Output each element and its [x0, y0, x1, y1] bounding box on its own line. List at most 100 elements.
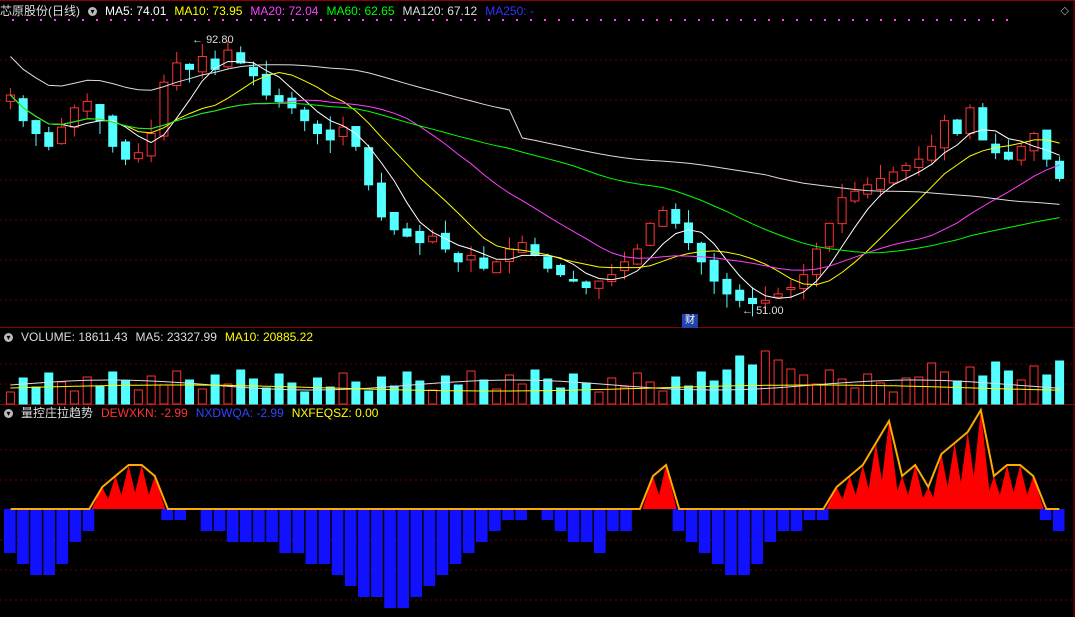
volume-bar — [607, 377, 617, 405]
candle-body — [811, 248, 821, 276]
candle-body — [1042, 129, 1052, 160]
stock-name[interactable]: 芯原股份(日线) — [0, 4, 80, 18]
volume-bar — [402, 371, 412, 405]
volume-ma10: MA10: 20885.22 — [224, 330, 313, 344]
volume-bar — [901, 377, 911, 405]
ma250-dot — [698, 19, 700, 21]
ma5-value: MA5: 74.01 — [105, 4, 167, 18]
candle-body — [492, 261, 502, 274]
indicator-neg-bar — [279, 509, 291, 553]
volume-bar — [709, 380, 719, 405]
volume-bar — [1055, 360, 1065, 405]
ma250-dot — [68, 19, 70, 21]
ma250-dot — [502, 19, 504, 21]
ma250-dot — [278, 19, 280, 21]
indicator-neg-bar — [423, 509, 436, 586]
volume-bar — [581, 382, 591, 405]
candle-body — [939, 120, 949, 149]
volume-bar — [57, 381, 67, 405]
candle-body — [927, 145, 937, 161]
indicator-neg-bar — [200, 509, 213, 531]
ma250-dot — [894, 19, 896, 21]
diamond-icon[interactable]: ◇ — [1061, 4, 1069, 17]
ma250-dot — [362, 19, 364, 21]
indicator-title[interactable]: 量控庄拉趋势 — [21, 406, 93, 420]
event-marker[interactable]: 财 — [682, 314, 698, 328]
volume-settings-icon[interactable]: ▾ — [4, 333, 13, 343]
ma250-dot — [474, 19, 476, 21]
volume-bar — [568, 373, 578, 405]
volume-ma5: MA5: 23327.99 — [135, 330, 217, 344]
indicator-neg-bar — [266, 509, 278, 542]
indicator-neg-bar — [56, 509, 69, 564]
candle-body — [249, 66, 259, 77]
volume-bar — [261, 387, 271, 405]
candle-body — [479, 257, 489, 269]
candle-body — [914, 158, 924, 168]
candle-body — [325, 129, 335, 141]
candle-body — [850, 190, 860, 202]
indicator-neg-bar — [476, 509, 488, 542]
indicator-neg-bar — [1039, 509, 1052, 520]
candle-body — [556, 264, 566, 276]
ma250-dot — [740, 19, 742, 21]
indicator-neg-bar — [318, 509, 331, 564]
candle-body — [607, 274, 617, 283]
indicator-neg-bar — [30, 509, 42, 575]
indicator-neg-bar — [17, 509, 29, 564]
volume-bar — [159, 384, 169, 405]
candle-body — [364, 147, 374, 186]
indicator-neg-bar — [384, 509, 396, 608]
volume-bar — [466, 370, 476, 405]
candle-body — [875, 177, 885, 190]
volume-bar — [722, 369, 732, 405]
ma250-dot — [838, 19, 840, 21]
candle-body — [748, 297, 758, 305]
settings-circle-icon[interactable]: ▾ — [88, 7, 97, 17]
volume-bar — [927, 362, 937, 405]
candle-body — [376, 182, 386, 218]
volume-bar — [1003, 370, 1013, 405]
indicator-neg-bar — [174, 509, 187, 520]
indicator-neg-bar — [607, 509, 619, 531]
candle-body — [786, 287, 796, 290]
candle-body — [645, 222, 655, 246]
ma250-dot — [264, 19, 266, 21]
ma250-dot — [306, 19, 308, 21]
indicator-nxfeqsz: NXFEQSZ: 0.00 — [291, 406, 379, 420]
candle-body — [978, 107, 988, 141]
candle-body — [888, 171, 898, 184]
ma250-value: MA250: - — [485, 4, 534, 18]
candle-body — [658, 210, 668, 227]
ma250-dot — [782, 19, 784, 21]
indicator-neg-bar — [331, 509, 344, 575]
candle-body — [415, 230, 425, 244]
volume-bar — [799, 374, 809, 405]
volume-bar — [312, 377, 322, 405]
volume-bar — [5, 391, 15, 405]
indicator-neg-bar — [358, 509, 370, 597]
indicator-neg-bar — [541, 509, 554, 520]
candle-body — [95, 104, 105, 122]
ma250-dot — [978, 19, 980, 21]
volume-bar — [351, 381, 361, 405]
ma250-dot — [964, 19, 966, 21]
candle-body — [722, 278, 732, 295]
indicator-neg-bar — [213, 509, 226, 531]
ma250-dot — [950, 19, 952, 21]
ma250-dot — [684, 19, 686, 21]
ma250-dot — [460, 19, 462, 21]
high-price-label: ← 92.80 — [192, 34, 234, 46]
indicator-neg-bar — [253, 509, 265, 542]
candle-body — [121, 141, 131, 160]
indicator-settings-icon[interactable]: ▾ — [4, 409, 13, 419]
candle-body — [671, 209, 681, 224]
candle-body — [1055, 160, 1065, 179]
candle-body — [965, 107, 975, 135]
candle-body — [146, 133, 156, 157]
candle-body — [1003, 151, 1013, 160]
ma250-dot — [418, 19, 420, 21]
ma250-dot — [726, 19, 728, 21]
indicator-neg-bar — [620, 509, 632, 531]
ma10-value: MA10: 73.95 — [174, 4, 243, 18]
